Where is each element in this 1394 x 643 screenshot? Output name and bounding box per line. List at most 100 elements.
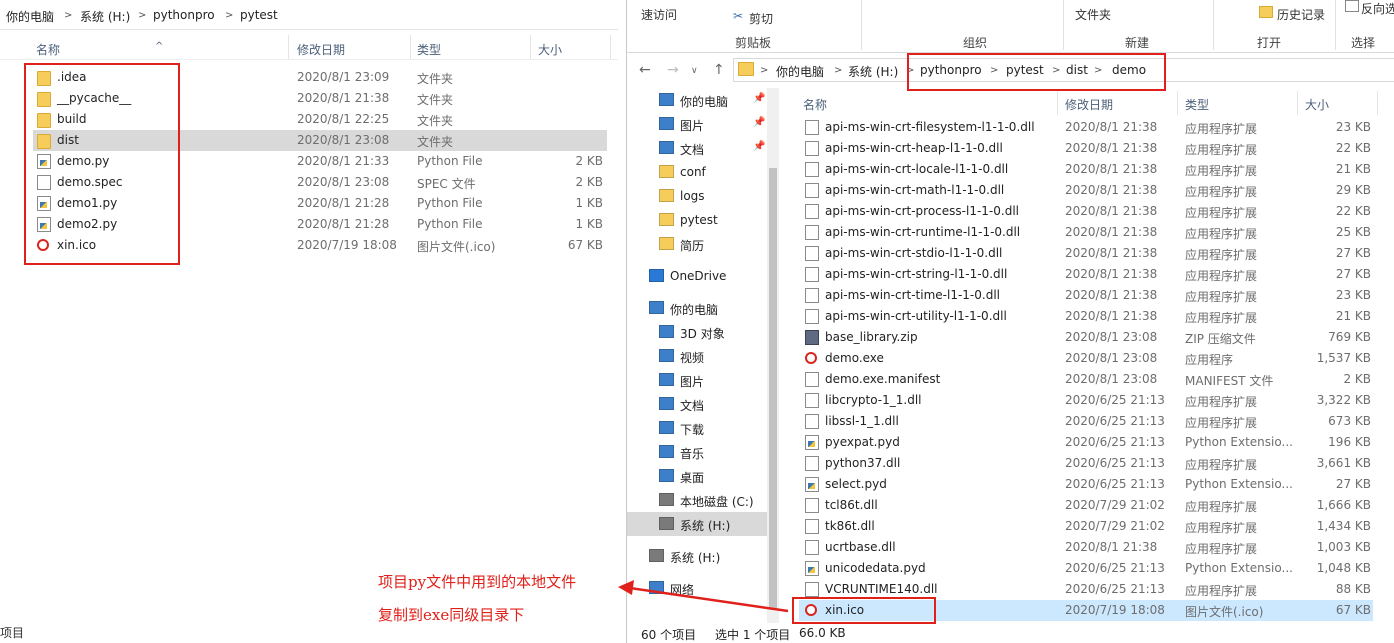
file-row[interactable]: base_library.zip 2020/8/1 23:08 ZIP 压缩文件 76… [799,327,1373,348]
file-row[interactable]: api-ms-win-crt-filesystem-l1-1-0.dll 2020… [799,117,1373,138]
file-row[interactable]: api-ms-win-crt-math-l1-1-0.dll 2020/8/1 2… [799,180,1373,201]
file-name: api-ms-win-crt-stdio-l1-1-0.dll [825,246,1003,260]
breadcrumb-item[interactable]: pytest [240,8,278,22]
pin-icon[interactable]: 📌 [753,141,765,152]
file-row[interactable]: libssl-1_1.dll 2020/6/25 21:13 应用程序扩展 673 K… [799,411,1373,432]
nav-item[interactable]: 桌面 [627,464,767,488]
breadcrumb-separator-icon: > [225,10,234,21]
file-date: 2020/8/1 22:25 [297,112,390,126]
nav-item[interactable]: 系统 (H:) [627,544,767,568]
nav-item[interactable]: pytest [627,208,767,232]
column-divider[interactable] [610,35,611,59]
nav-item[interactable]: 视频 [627,344,767,368]
pin-icon[interactable]: 📌 [753,117,765,128]
column-divider[interactable] [288,35,289,59]
new-group-label: 新建 [1125,36,1150,50]
reverse-select-button[interactable]: 反向选择 [1361,0,1394,17]
left-address-breadcrumb[interactable]: 你的电脑 > 系统 (H:) > pythonpro > pytest [0,0,618,30]
column-header-size[interactable]: 大小 [538,41,562,58]
scrollbar-thumb[interactable] [769,168,777,608]
file-date: 2020/6/25 21:13 [1065,561,1165,575]
navigation-scrollbar[interactable] [767,88,779,623]
nav-item[interactable]: 本地磁盘 (C:) [627,488,767,512]
forward-arrow-icon[interactable]: → [667,62,679,78]
cut-button[interactable]: 剪切 [749,10,773,27]
column-header-date[interactable]: 修改日期 [1065,96,1113,113]
nav-item[interactable]: 文档 📌 [627,136,767,160]
file-row[interactable]: api-ms-win-crt-utility-l1-1-0.dll 2020/8/… [799,306,1373,327]
nav-item[interactable]: 图片 📌 [627,112,767,136]
file-date: 2020/8/1 23:08 [297,175,390,189]
column-divider[interactable] [1057,91,1058,115]
back-arrow-icon[interactable]: ← [639,62,651,78]
file-size: 27 KB [1335,246,1371,260]
file-row[interactable]: select.pyd 2020/6/25 21:13 Python Extensio… [799,474,1373,495]
column-divider[interactable] [1297,91,1298,115]
file-row[interactable]: demo.exe.manifest 2020/8/1 23:08 MANIFEST … [799,369,1373,390]
column-header-size[interactable]: 大小 [1305,96,1329,113]
file-row[interactable]: ucrtbase.dll 2020/8/1 21:38 应用程序扩展 1,003 KB [799,537,1373,558]
nav-item[interactable]: conf [627,160,767,184]
nav-item[interactable]: 简历 [627,232,767,256]
select-group-label: 选择 [1351,36,1376,50]
column-divider[interactable] [530,35,531,59]
file-row[interactable]: api-ms-win-crt-runtime-l1-1-0.dll 2020/8/… [799,222,1373,243]
column-header-name[interactable]: 名称 [36,41,60,58]
breadcrumb-item[interactable]: 你的电脑 [776,63,824,80]
chevron-down-icon[interactable]: ∨ [691,66,698,76]
file-row[interactable]: demo.exe 2020/8/1 23:08 应用程序 1,537 KB [799,348,1373,369]
column-divider[interactable] [410,35,411,59]
file-row[interactable]: api-ms-win-crt-locale-l1-1-0.dll 2020/8/1… [799,159,1373,180]
file-row[interactable]: python37.dll 2020/6/25 21:13 应用程序扩展 3,661 K… [799,453,1373,474]
file-date: 2020/8/1 21:38 [1065,267,1158,281]
file-size: 22 KB [1335,204,1371,218]
history-button[interactable]: 历史记录 [1277,6,1325,23]
nav-item[interactable]: 3D 对象 [627,320,767,344]
nav-item[interactable]: 系统 (H:) [627,512,767,536]
file-date: 2020/6/25 21:13 [1065,456,1165,470]
file-size: 1,537 KB [1316,351,1371,365]
breadcrumb-item[interactable]: 系统 (H:) [848,63,898,80]
nav-item[interactable]: 音乐 [627,440,767,464]
file-row[interactable]: api-ms-win-crt-process-l1-1-0.dll 2020/8/… [799,201,1373,222]
nav-item[interactable]: 下载 [627,416,767,440]
file-size: 673 KB [1328,414,1371,428]
file-name: ucrtbase.dll [825,540,896,554]
file-type: 文件夹 [417,135,454,149]
file-row[interactable]: tcl86t.dll 2020/7/29 21:02 应用程序扩展 1,666 KB [799,495,1373,516]
column-divider[interactable] [1377,91,1378,115]
nav-item[interactable]: 文档 [627,392,767,416]
nav-item[interactable]: OneDrive [627,264,767,288]
file-row[interactable]: api-ms-win-crt-heap-l1-1-0.dll 2020/8/1 2… [799,138,1373,159]
file-date: 2020/6/25 21:13 [1065,435,1165,449]
file-row[interactable]: libcrypto-1_1.dll 2020/6/25 21:13 应用程序扩展 3,… [799,390,1373,411]
nav-item[interactable]: logs [627,184,767,208]
file-size: 3,661 KB [1316,456,1371,470]
column-header-type[interactable]: 类型 [417,41,441,58]
file-row[interactable]: tk86t.dll 2020/7/29 21:02 应用程序扩展 1,434 KB [799,516,1373,537]
nav-item[interactable]: 你的电脑 [627,296,767,320]
column-header-type[interactable]: 类型 [1185,96,1209,113]
column-header-name[interactable]: 名称 [803,96,827,113]
up-arrow-icon[interactable]: ↑ [713,62,725,78]
pin-icon[interactable]: 📌 [753,93,765,104]
breadcrumb-item[interactable]: 你的电脑 [6,8,54,25]
organize-group-label: 组织 [963,36,988,50]
column-divider[interactable] [1177,91,1178,115]
file-name: api-ms-win-crt-string-l1-1-0.dll [825,267,1008,281]
file-row[interactable]: api-ms-win-crt-time-l1-1-0.dll 2020/8/1 2… [799,285,1373,306]
quick-access-label[interactable]: 速访问 [641,6,677,23]
file-row[interactable]: api-ms-win-crt-string-l1-1-0.dll 2020/8/1… [799,264,1373,285]
pictures-icon [659,117,674,130]
file-row[interactable]: api-ms-win-crt-stdio-l1-1-0.dll 2020/8/1 … [799,243,1373,264]
file-row[interactable]: unicodedata.pyd 2020/6/25 21:13 Python Ext… [799,558,1373,579]
column-header-date[interactable]: 修改日期 [297,41,345,58]
breadcrumb-item[interactable]: pythonpro [153,8,215,22]
nav-item[interactable]: 图片 [627,368,767,392]
file-row[interactable]: pyexpat.pyd 2020/6/25 21:13 Python Extensi… [799,432,1373,453]
nav-item[interactable]: 网络 [627,576,767,600]
nav-item[interactable]: 你的电脑 📌 [627,88,767,112]
breadcrumb-item[interactable]: 系统 (H:) [80,8,130,25]
new-folder-button[interactable]: 文件夹 [1075,6,1111,23]
file-type: 应用程序扩展 [1185,122,1258,136]
